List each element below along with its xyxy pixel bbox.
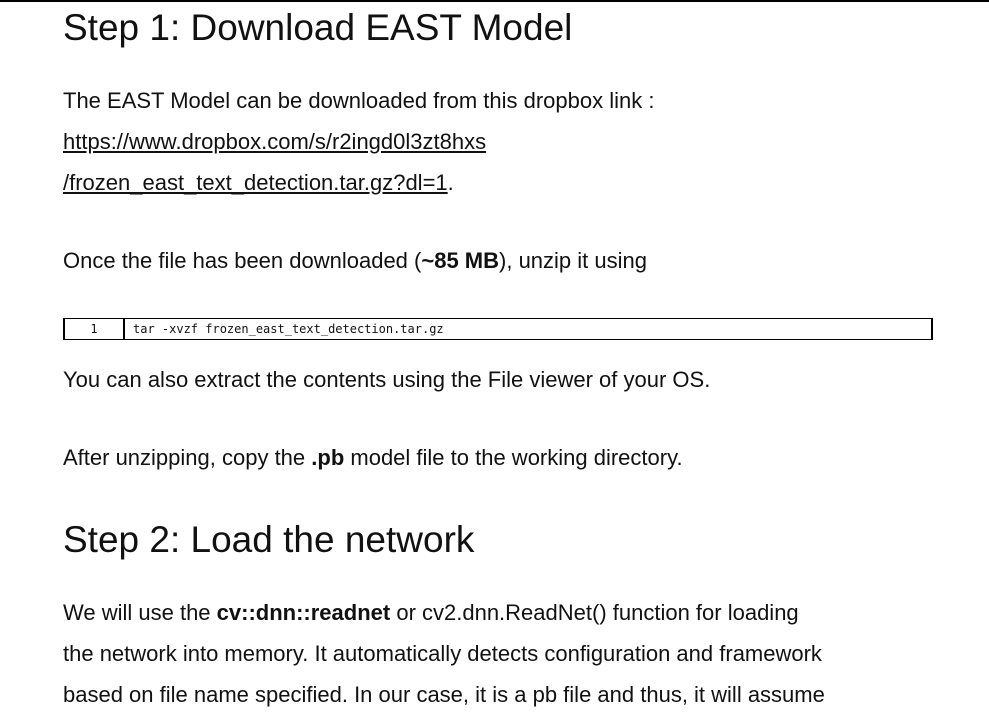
- copy-text-start: After unzipping, copy the: [63, 445, 312, 470]
- top-border: [0, 0, 989, 2]
- download-text-end: ), unzip it using: [499, 248, 647, 273]
- step2-text-line-3: based on file name specified. In our cas…: [63, 682, 825, 707]
- extract-text: You can also extract the contents using …: [63, 367, 711, 392]
- dropbox-link[interactable]: https://www.dropbox.com/s/r2ingd0l3zt8hx…: [63, 129, 486, 154]
- code-line-number: 1: [65, 319, 125, 339]
- step2-line-2: the network into memory. It automaticall…: [63, 633, 822, 674]
- copy-model-note: After unzipping, copy the .pb model file…: [63, 437, 683, 478]
- readnet-function: cv::dnn::readnet: [216, 600, 391, 625]
- dropbox-link-continued[interactable]: /frozen_east_text_detection.tar.gz?dl=1: [63, 170, 448, 195]
- step1-heading: Step 1: Download EAST Model: [63, 7, 573, 48]
- code-command[interactable]: tar -xvzf frozen_east_text_detection.tar…: [125, 322, 444, 336]
- step2-text-end: or cv2.dnn.ReadNet() function for loadin…: [390, 600, 799, 625]
- step2-heading: Step 2: Load the network: [63, 519, 475, 560]
- step2-text-line-2: the network into memory. It automaticall…: [63, 641, 822, 666]
- copy-text-end: model file to the working directory.: [344, 445, 683, 470]
- link-period: .: [447, 170, 454, 195]
- code-block: 1 tar -xvzf frozen_east_text_detection.t…: [63, 318, 933, 340]
- pb-extension: .pb: [311, 445, 345, 470]
- download-text-start: Once the file has been downloaded (: [63, 248, 422, 273]
- dropbox-link-line-2: /frozen_east_text_detection.tar.gz?dl=1.: [63, 162, 454, 203]
- step2-text-start: We will use the: [63, 600, 217, 625]
- download-size-note: Once the file has been downloaded (~85 M…: [63, 240, 647, 281]
- file-size: ~85 MB: [421, 248, 500, 273]
- extract-note: You can also extract the contents using …: [63, 359, 710, 400]
- step2-line-3: based on file name specified. In our cas…: [63, 674, 825, 715]
- step2-line-1: We will use the cv::dnn::readnet or cv2.…: [63, 592, 799, 633]
- intro-text: The EAST Model can be downloaded from th…: [63, 88, 655, 113]
- step1-intro: The EAST Model can be downloaded from th…: [63, 80, 654, 121]
- dropbox-link-line-1: https://www.dropbox.com/s/r2ingd0l3zt8hx…: [63, 121, 486, 162]
